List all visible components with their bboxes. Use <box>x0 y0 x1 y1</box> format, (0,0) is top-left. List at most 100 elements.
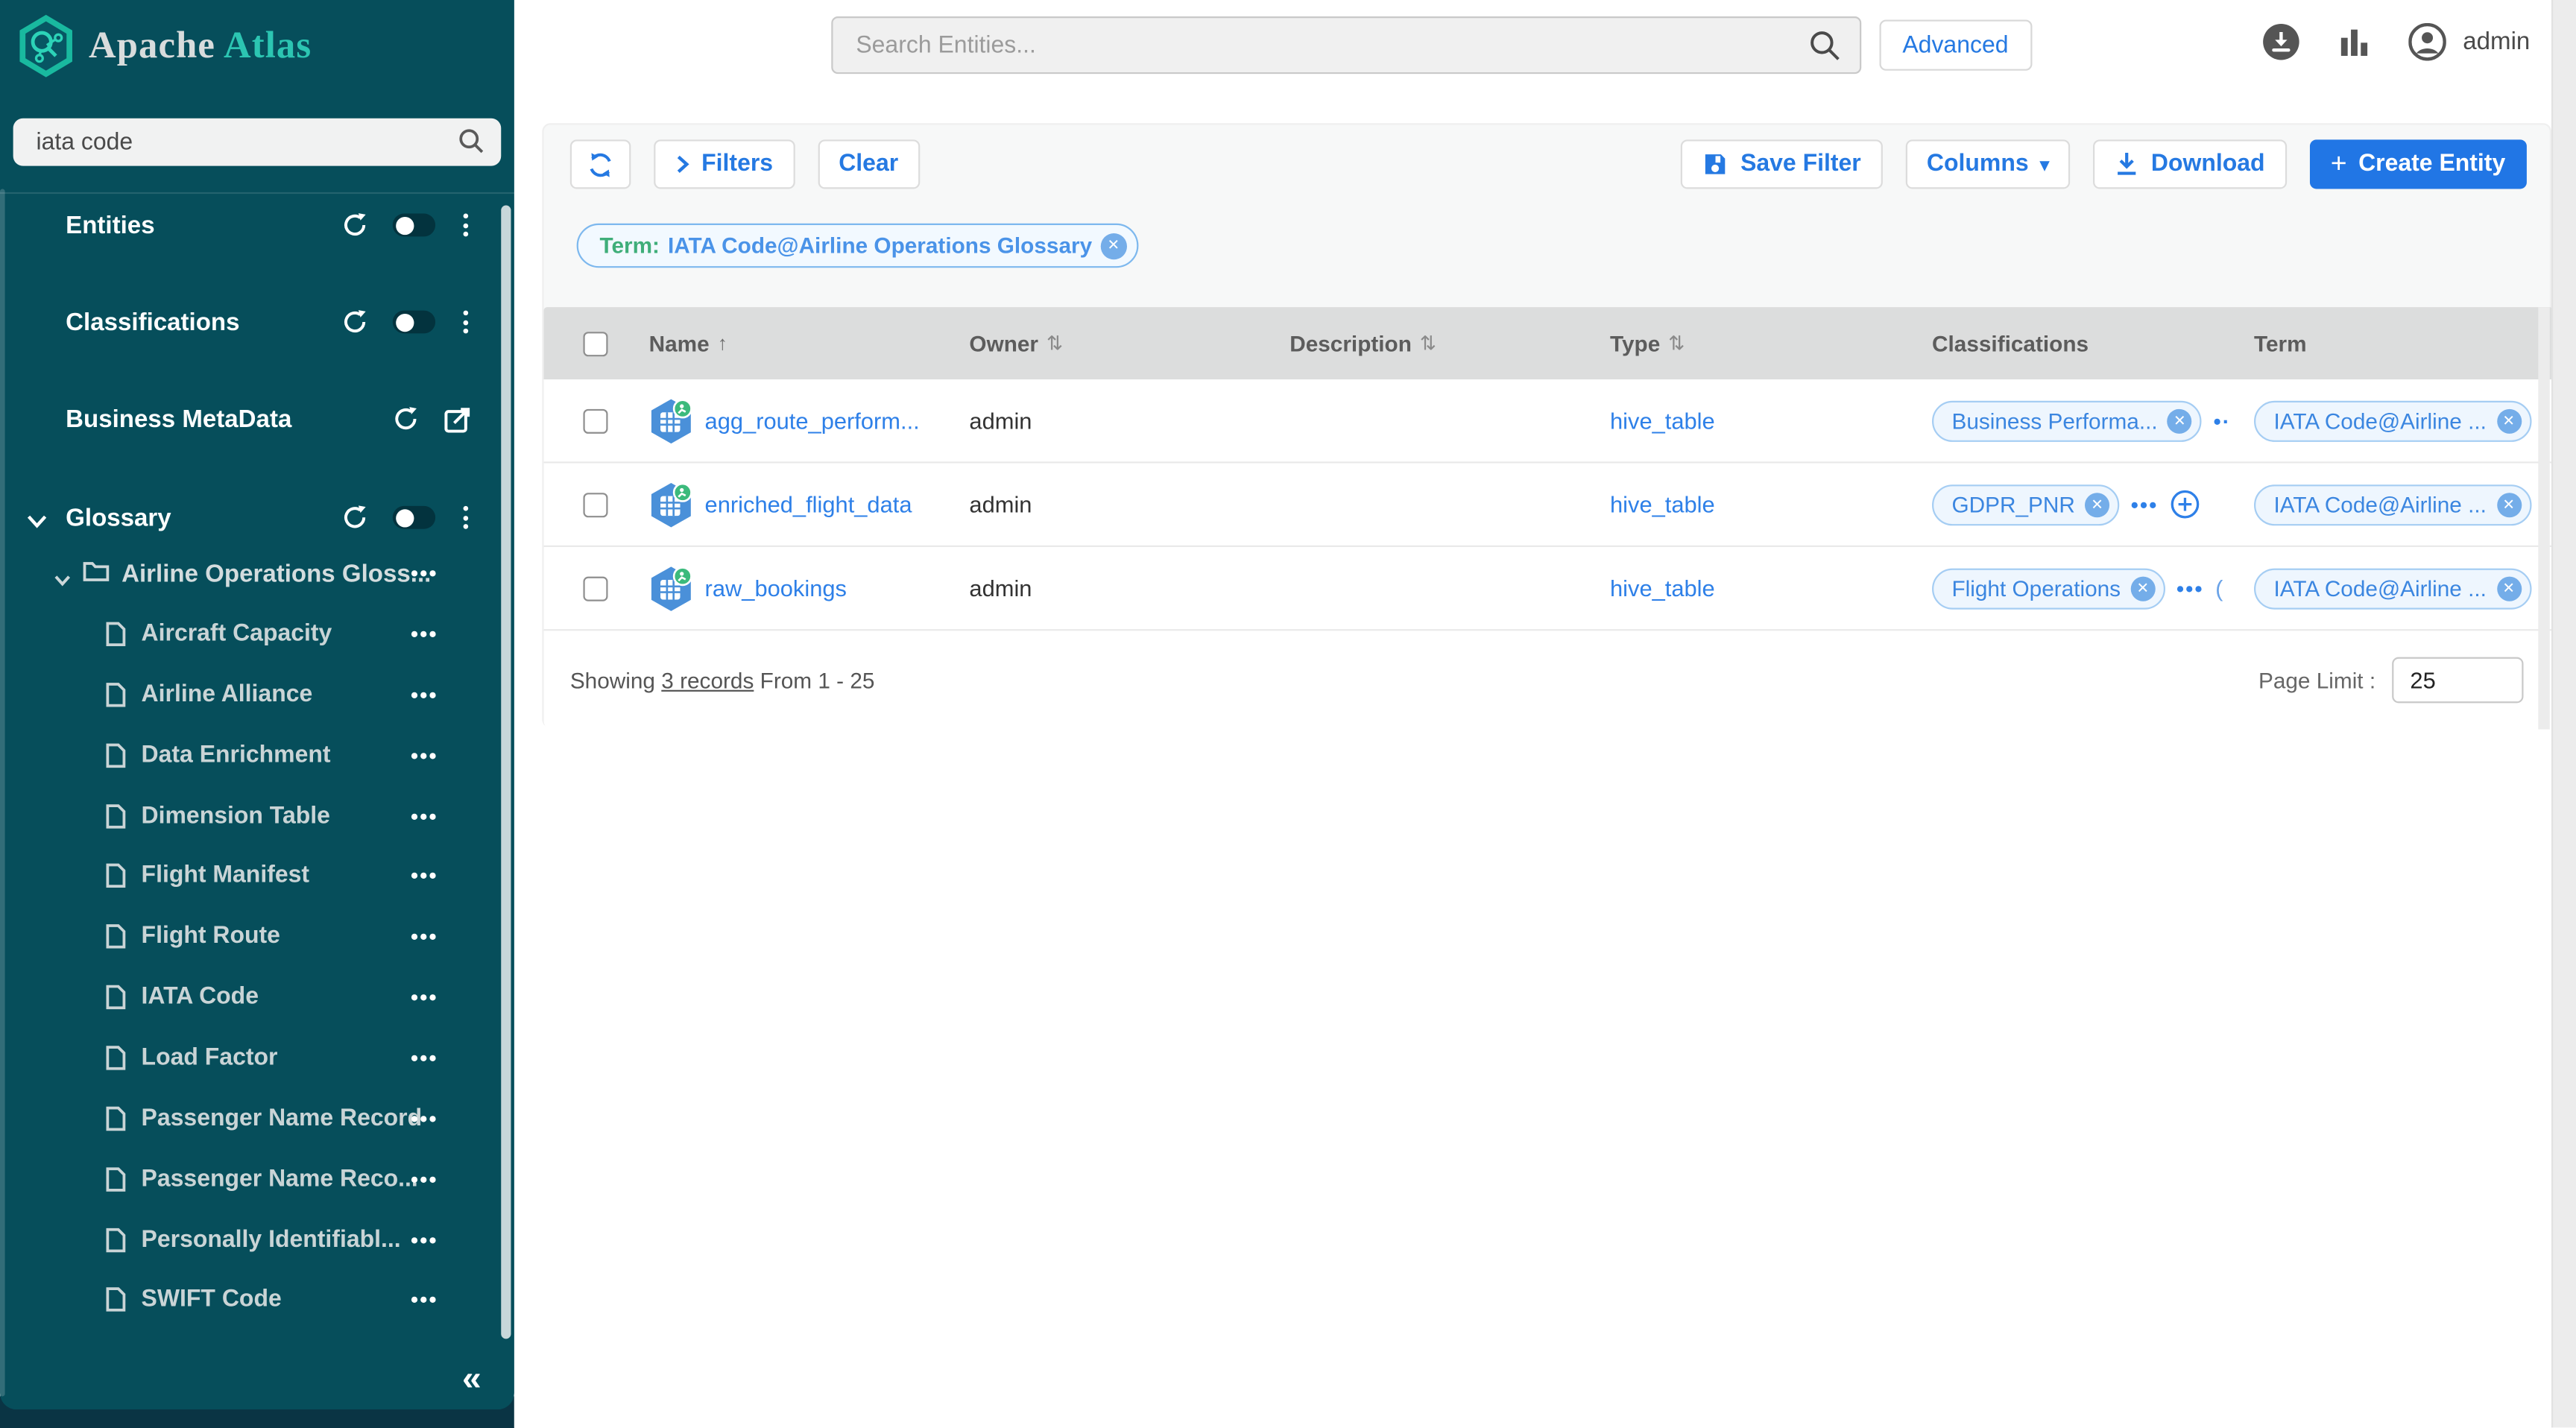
download-button[interactable]: Download <box>2094 139 2286 189</box>
type-link[interactable]: hive_table <box>1610 408 1715 434</box>
sort-asc-icon: ↑ <box>718 332 727 355</box>
item-menu-icon[interactable]: ••• <box>411 985 438 1009</box>
atlas-logo[interactable]: Apache Atlas <box>16 13 312 79</box>
entity-name-link[interactable]: agg_route_perform... <box>705 408 920 434</box>
remove-term-icon[interactable]: ✕ <box>2496 408 2521 433</box>
owner-cell: admin <box>950 491 1270 517</box>
refresh-icon[interactable] <box>341 309 367 335</box>
glossary-term-item[interactable]: Aircraft Capacity••• <box>0 616 514 652</box>
classifications-toggle[interactable] <box>393 311 435 334</box>
page-scrollbar[interactable] <box>2551 0 2576 1428</box>
type-link[interactable]: hive_table <box>1610 575 1715 601</box>
item-menu-icon[interactable]: ••• <box>411 683 438 707</box>
item-menu-icon[interactable]: ••• <box>411 622 438 646</box>
refresh-icon[interactable] <box>341 212 367 238</box>
entity-name-link[interactable]: raw_bookings <box>705 575 847 601</box>
sidebar-collapse-icon[interactable]: « <box>462 1360 482 1400</box>
sidebar-section-classifications[interactable]: Classifications <box>0 300 514 343</box>
refresh-results-button[interactable] <box>570 139 631 189</box>
glossary-term-item[interactable]: Passenger Name Reco...••• <box>0 1161 514 1197</box>
caret-down-icon: ▾ <box>2040 154 2049 175</box>
more-classifications[interactable]: ••• <box>2131 492 2159 516</box>
remove-filter-icon[interactable]: ✕ <box>1100 233 1126 259</box>
remove-classification-icon[interactable]: ✕ <box>2168 408 2192 433</box>
downloads-icon[interactable] <box>2262 23 2300 61</box>
column-header-term[interactable]: Term <box>2235 331 2554 356</box>
remove-classification-icon[interactable]: ✕ <box>2085 492 2109 516</box>
glossary-term-item[interactable]: Personally Identifiabl...••• <box>0 1222 514 1258</box>
sidebar-scrollbar[interactable] <box>501 206 511 1339</box>
more-classifications[interactable]: ••• <box>2176 576 2204 601</box>
item-menu-icon[interactable]: ••• <box>411 1228 438 1253</box>
create-entity-button[interactable]: + Create Entity <box>2309 139 2527 189</box>
glossary-tree-root[interactable]: Airline Operations Gloss... ••• <box>0 555 514 591</box>
statistics-icon[interactable] <box>2340 27 2370 57</box>
sidebar-section-entities[interactable]: Entities <box>0 203 514 246</box>
item-menu-icon[interactable]: ••• <box>411 561 438 586</box>
open-external-icon[interactable] <box>443 405 471 432</box>
row-checkbox[interactable] <box>583 492 607 516</box>
entities-toggle[interactable] <box>393 214 435 237</box>
glossary-term-item[interactable]: SWIFT Code••• <box>0 1281 514 1317</box>
sidebar-search-input[interactable] <box>13 119 502 166</box>
item-menu-icon[interactable]: ••• <box>411 1287 438 1312</box>
records-count-link[interactable]: 3 records <box>661 668 754 692</box>
glossary-term-item[interactable]: Flight Manifest••• <box>0 858 514 894</box>
glossary-term-item[interactable]: Airline Alliance••• <box>0 677 514 713</box>
select-all-checkbox[interactable] <box>583 331 607 356</box>
search-icon[interactable] <box>1809 30 1842 71</box>
page-limit-input[interactable] <box>2392 657 2523 704</box>
user-icon[interactable] <box>2409 23 2447 61</box>
entity-name-link[interactable]: enriched_flight_data <box>705 491 912 517</box>
item-menu-icon[interactable]: ••• <box>411 1106 438 1131</box>
chevron-down-icon[interactable] <box>26 508 48 537</box>
sidebar-search-icon[interactable] <box>458 128 484 162</box>
column-header-name[interactable]: Name↑ <box>629 331 950 356</box>
item-menu-icon[interactable]: ••• <box>411 863 438 888</box>
glossary-term-item[interactable]: Data Enrichment••• <box>0 738 514 774</box>
glossary-term-item[interactable]: IATA Code••• <box>0 979 514 1015</box>
sidebar-section-glossary[interactable]: Glossary <box>0 496 514 539</box>
remove-term-icon[interactable]: ✕ <box>2496 576 2521 601</box>
item-menu-icon[interactable]: ••• <box>411 1167 438 1192</box>
add-classification-icon[interactable] <box>2170 490 2200 519</box>
item-menu-icon[interactable]: ••• <box>411 743 438 768</box>
row-checkbox[interactable] <box>583 576 607 601</box>
glossary-term-item[interactable]: Flight Route••• <box>0 918 514 954</box>
clear-button[interactable]: Clear <box>818 139 920 189</box>
sidebar-left-scrollbar[interactable] <box>0 189 5 1396</box>
username-label[interactable]: admin <box>2463 28 2530 55</box>
kebab-menu-icon[interactable] <box>460 502 471 532</box>
column-header-description[interactable]: Description⇅ <box>1270 331 1591 356</box>
advanced-search-button[interactable]: Advanced <box>1879 19 2031 70</box>
glossary-term-item[interactable]: Load Factor••• <box>0 1040 514 1075</box>
refresh-icon[interactable] <box>341 505 367 531</box>
chevron-down-icon[interactable] <box>54 565 71 595</box>
document-icon <box>105 862 127 897</box>
item-menu-icon[interactable]: ••• <box>411 804 438 829</box>
row-checkbox[interactable] <box>583 408 607 433</box>
column-header-owner[interactable]: Owner⇅ <box>950 331 1270 356</box>
refresh-icon[interactable] <box>393 405 419 432</box>
remove-term-icon[interactable]: ✕ <box>2496 492 2521 516</box>
glossary-toggle[interactable] <box>393 506 435 529</box>
item-menu-icon[interactable]: ••• <box>411 924 438 949</box>
column-header-type[interactable]: Type⇅ <box>1591 331 1913 356</box>
table-scrollbar[interactable] <box>2538 307 2549 729</box>
term-tag: IATA Code@Airline ...✕ <box>2254 400 2531 441</box>
type-link[interactable]: hive_table <box>1610 491 1715 517</box>
kebab-menu-icon[interactable] <box>460 307 471 337</box>
more-classifications[interactable]: •· <box>2214 408 2232 433</box>
glossary-term-item[interactable]: Dimension Table••• <box>0 798 514 834</box>
save-filter-button[interactable]: Save Filter <box>1682 139 1883 189</box>
columns-button[interactable]: Columns ▾ <box>1905 139 2071 189</box>
kebab-menu-icon[interactable] <box>460 210 471 240</box>
glossary-term-item[interactable]: Passenger Name Record••• <box>0 1101 514 1137</box>
sidebar-section-business-metadata[interactable]: Business MetaData <box>0 397 514 440</box>
chevron-right-icon <box>675 154 690 174</box>
column-header-classifications[interactable]: Classifications <box>1913 331 2235 356</box>
filters-button[interactable]: Filters <box>654 139 794 189</box>
entity-search-input[interactable] <box>831 16 1861 74</box>
remove-classification-icon[interactable]: ✕ <box>2130 576 2155 601</box>
item-menu-icon[interactable]: ••• <box>411 1046 438 1070</box>
